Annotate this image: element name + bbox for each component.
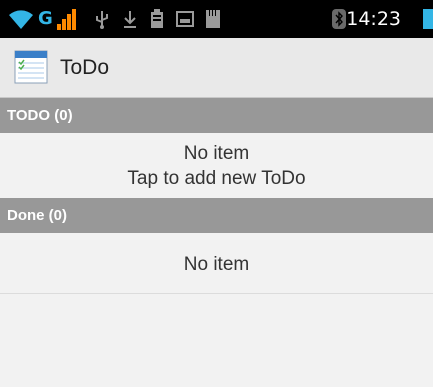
todo-section-header: TODO (0) [0,98,433,133]
done-section-header: Done (0) [0,198,433,233]
action-bar: ToDo [0,38,433,98]
download-icon [120,0,140,38]
sd-card-icon [203,0,223,38]
battery-small-icon [147,0,167,38]
done-empty-label: No item [183,254,250,275]
signal-icon [56,0,78,38]
usb-icon [92,0,112,38]
wifi-icon [6,0,36,38]
image-icon [174,0,196,38]
clock: 14:23 [346,8,401,30]
list-divider [0,293,433,294]
network-type-label: G [38,8,53,29]
todo-empty-state[interactable]: No item Tap to add new ToDo [0,133,433,197]
status-bar: G 14:23 [0,0,433,38]
app-title: ToDo [60,56,110,79]
todo-empty-label: No item [183,143,250,164]
add-todo-hint[interactable]: Tap to add new ToDo [0,168,433,190]
done-empty-state: No item [0,233,433,293]
todo-notebook-icon [14,49,48,85]
battery-charging-icon [423,9,433,29]
